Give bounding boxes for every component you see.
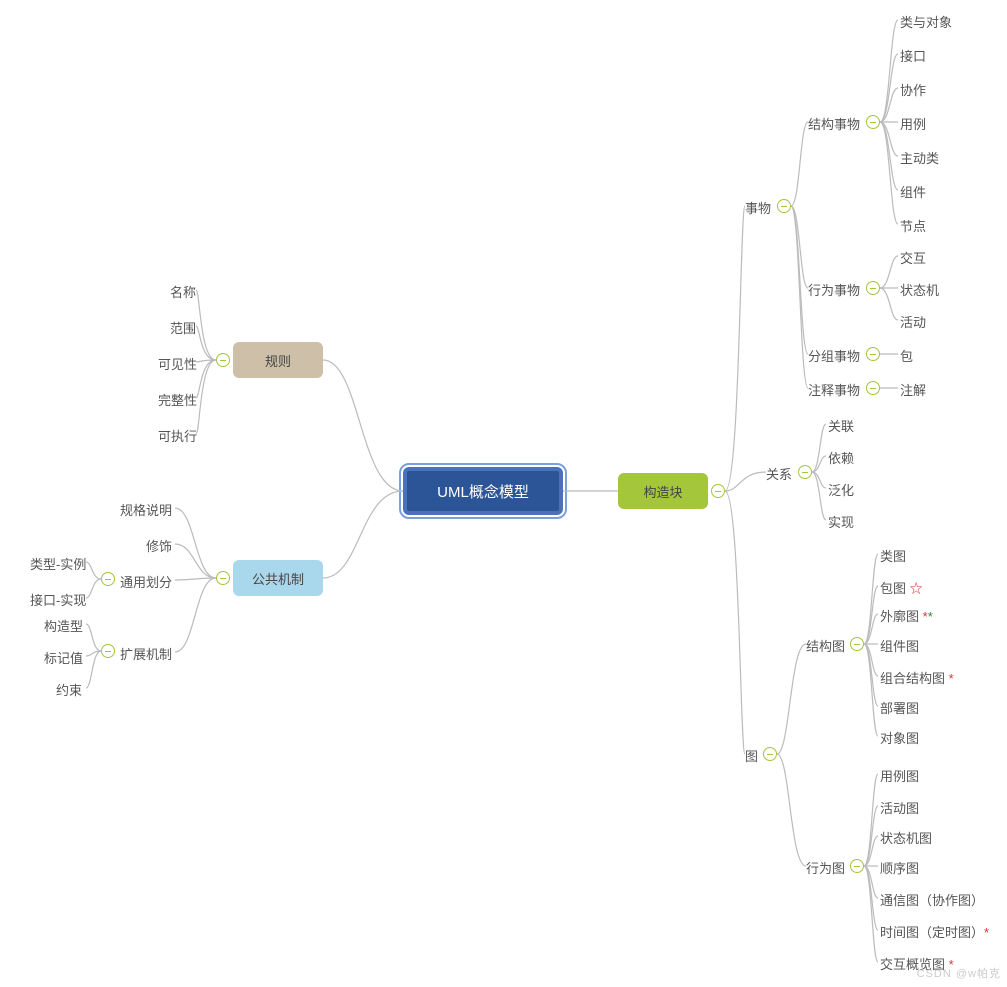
leaf-mech-spec: 规格说明 bbox=[120, 500, 172, 519]
leaf-things-annot: 注释事物 bbox=[808, 380, 860, 399]
collapse-icon[interactable] bbox=[866, 381, 880, 395]
leaf-mech-ext-2: 标记值 bbox=[44, 648, 83, 667]
collapse-icon[interactable] bbox=[777, 199, 791, 213]
leaf-db-3: 顺序图 bbox=[880, 858, 919, 877]
leaf-diagrams: 图 bbox=[745, 746, 758, 765]
leaf-things: 事物 bbox=[745, 198, 771, 217]
leaf-ds-4: 组合结构图 * bbox=[880, 668, 954, 687]
collapse-icon[interactable] bbox=[850, 637, 864, 651]
leaf-mech-decor: 修饰 bbox=[146, 536, 172, 555]
collapse-icon[interactable] bbox=[798, 465, 812, 479]
leaf-db-4: 通信图（协作图） bbox=[880, 890, 984, 909]
leaf-ts-4: 主动类 bbox=[900, 148, 939, 167]
collapse-icon[interactable] bbox=[216, 353, 230, 367]
leaf-tb-2: 活动 bbox=[900, 312, 926, 331]
root-node[interactable]: UML概念模型 bbox=[403, 467, 563, 515]
leaf-rel-1: 依赖 bbox=[828, 448, 854, 467]
leaf-tb-1: 状态机 bbox=[900, 280, 939, 299]
collapse-icon[interactable] bbox=[866, 281, 880, 295]
node-rules[interactable]: 规则 bbox=[233, 342, 323, 378]
leaf-things-group: 分组事物 bbox=[808, 346, 860, 365]
leaf-ts-2: 协作 bbox=[900, 80, 926, 99]
leaf-mech-div-1: 类型-实例 bbox=[30, 554, 86, 573]
leaf-ts-0: 类与对象 bbox=[900, 12, 952, 31]
collapse-icon[interactable] bbox=[216, 571, 230, 585]
leaf-rule-scope: 范围 bbox=[170, 318, 196, 337]
leaf-ts-6: 节点 bbox=[900, 216, 926, 235]
leaf-rel-2: 泛化 bbox=[828, 480, 854, 499]
leaf-mech-ext: 扩展机制 bbox=[120, 644, 172, 663]
node-mechanisms[interactable]: 公共机制 bbox=[233, 560, 323, 596]
leaf-db-2: 状态机图 bbox=[880, 828, 932, 847]
collapse-icon[interactable] bbox=[711, 484, 725, 498]
leaf-ds-2: 外廓图 ** bbox=[880, 606, 933, 625]
leaf-relations: 关系 bbox=[766, 464, 792, 483]
collapse-icon[interactable] bbox=[763, 747, 777, 761]
collapse-icon[interactable] bbox=[101, 572, 115, 586]
leaf-ds-1: 包图 ☆ bbox=[880, 578, 923, 597]
watermark: CSDN @w帕克 bbox=[917, 965, 1001, 981]
leaf-ds-0: 类图 bbox=[880, 546, 906, 565]
collapse-icon[interactable] bbox=[866, 115, 880, 129]
node-build-blocks[interactable]: 构造块 bbox=[618, 473, 708, 509]
leaf-mech-ext-3: 约束 bbox=[56, 680, 82, 699]
leaf-diag-struct: 结构图 bbox=[806, 636, 845, 655]
leaf-mech-div-2: 接口-实现 bbox=[30, 590, 86, 609]
leaf-things-behav: 行为事物 bbox=[808, 280, 860, 299]
leaf-rule-integrity: 完整性 bbox=[158, 390, 197, 409]
leaf-diag-behav: 行为图 bbox=[806, 858, 845, 877]
leaf-things-struct: 结构事物 bbox=[808, 114, 860, 133]
leaf-mech-ext-1: 构造型 bbox=[44, 616, 83, 635]
leaf-ts-3: 用例 bbox=[900, 114, 926, 133]
leaf-rule-exec: 可执行 bbox=[158, 426, 197, 445]
leaf-rel-3: 实现 bbox=[828, 512, 854, 531]
leaf-ds-5: 部署图 bbox=[880, 698, 919, 717]
leaf-db-5: 时间图（定时图）* bbox=[880, 922, 989, 941]
leaf-rel-0: 关联 bbox=[828, 416, 854, 435]
leaf-rule-name: 名称 bbox=[170, 282, 196, 301]
collapse-icon[interactable] bbox=[850, 859, 864, 873]
leaf-db-0: 用例图 bbox=[880, 766, 919, 785]
leaf-tg-0: 包 bbox=[900, 346, 913, 365]
leaf-rule-visibility: 可见性 bbox=[158, 354, 197, 373]
leaf-tb-0: 交互 bbox=[900, 248, 926, 267]
leaf-ta-0: 注解 bbox=[900, 380, 926, 399]
collapse-icon[interactable] bbox=[101, 644, 115, 658]
leaf-ts-1: 接口 bbox=[900, 46, 926, 65]
leaf-mech-division: 通用划分 bbox=[120, 572, 172, 591]
leaf-ts-5: 组件 bbox=[900, 182, 926, 201]
leaf-ds-6: 对象图 bbox=[880, 728, 919, 747]
leaf-db-1: 活动图 bbox=[880, 798, 919, 817]
collapse-icon[interactable] bbox=[866, 347, 880, 361]
leaf-ds-3: 组件图 bbox=[880, 636, 919, 655]
